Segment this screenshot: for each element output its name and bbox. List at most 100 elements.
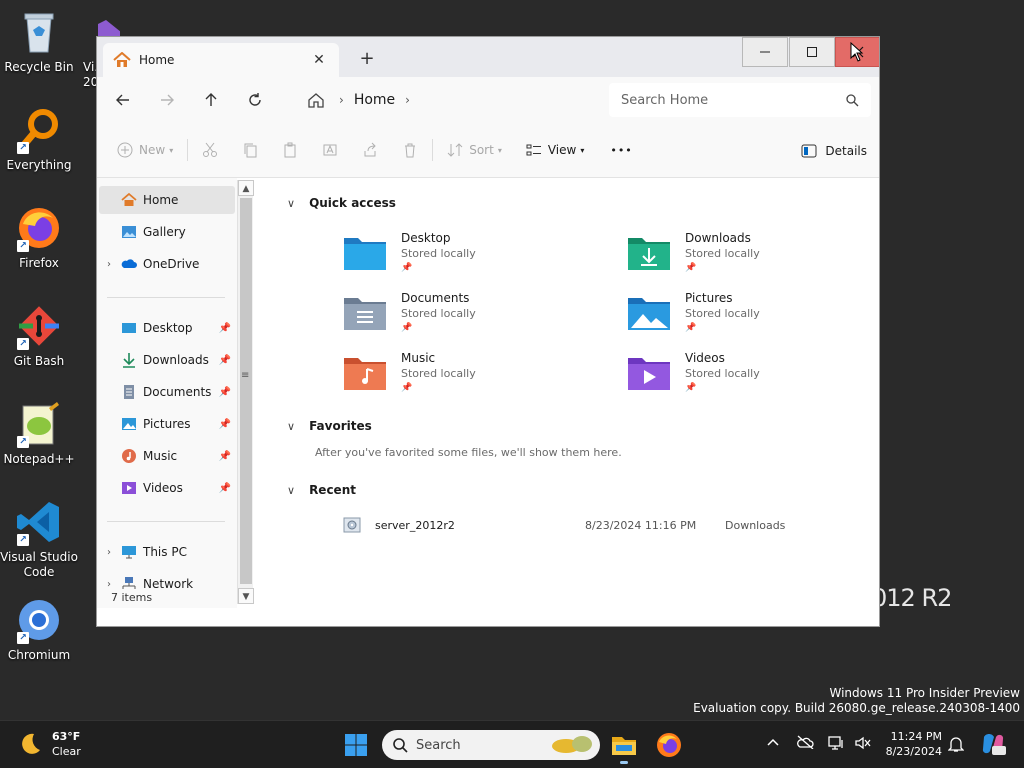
taskbar-firefox[interactable] xyxy=(655,731,683,759)
sidebar-item-documents[interactable]: Documents 📌 xyxy=(99,378,235,406)
pin-icon[interactable]: 📌 xyxy=(219,483,231,494)
scrollbar-thumb[interactable] xyxy=(240,198,252,584)
minimize-button[interactable] xyxy=(742,37,788,67)
show-hidden-icons-button[interactable] xyxy=(766,735,780,753)
pin-icon[interactable]: 📌 xyxy=(219,387,231,398)
title-bar[interactable]: Home ✕ + xyxy=(97,37,879,77)
section-quick-access[interactable]: ∨ Quick access xyxy=(287,196,396,210)
pin-icon[interactable]: 📌 xyxy=(219,419,231,430)
sidebar-item-pictures[interactable]: Pictures 📌 xyxy=(99,410,235,438)
pin-icon[interactable]: 📌 xyxy=(219,355,231,366)
search-box[interactable] xyxy=(609,83,871,117)
details-pane-button[interactable]: Details xyxy=(801,135,867,167)
paste-button[interactable] xyxy=(276,134,304,166)
section-recent[interactable]: ∨ Recent xyxy=(287,483,356,497)
clock-date: 8/23/2024 xyxy=(885,745,942,758)
tray-notifications[interactable] xyxy=(947,735,965,757)
quick-access-music[interactable]: Music Stored locally 📌 xyxy=(343,350,603,406)
quick-access-downloads[interactable]: Downloads Stored locally 📌 xyxy=(627,230,879,286)
sidebar-scrollbar[interactable]: ▲ ≡ ▼ xyxy=(237,180,254,604)
quick-access-desktop[interactable]: Desktop Stored locally 📌 xyxy=(343,230,603,286)
desktop-icon-everything[interactable]: ↗ Everything xyxy=(0,106,78,173)
table-row[interactable]: server_2012r2 8/23/2024 11:16 PM Downloa… xyxy=(343,514,803,536)
tray-network[interactable] xyxy=(828,735,844,755)
chevron-right-icon[interactable]: › xyxy=(107,579,121,590)
breadcrumb-home[interactable]: Home xyxy=(354,92,395,108)
tab-close-button[interactable]: ✕ xyxy=(309,50,329,70)
rename-icon xyxy=(323,144,337,156)
cut-button[interactable] xyxy=(196,134,224,166)
tray-volume[interactable] xyxy=(854,735,872,755)
chevron-down-icon[interactable]: ∨ xyxy=(287,197,295,210)
documents-folder-icon xyxy=(344,298,386,330)
sidebar-item-label: Gallery xyxy=(143,225,186,239)
sidebar-item-videos[interactable]: Videos 📌 xyxy=(99,474,235,502)
taskbar-file-explorer[interactable] xyxy=(610,731,638,764)
desktop-icon-firefox[interactable]: ↗ Firefox xyxy=(0,204,78,271)
desktop-icon-vscode[interactable]: ↗ Visual Studio Code xyxy=(0,498,78,580)
address-bar[interactable]: › Home › xyxy=(297,83,597,117)
notepad-plus-plus-icon: ↗ xyxy=(15,400,63,448)
section-favorites[interactable]: ∨ Favorites xyxy=(287,419,372,433)
sidebar-item-home[interactable]: Home xyxy=(99,186,235,214)
pin-icon: 📌 xyxy=(685,263,697,273)
scroll-down-arrow-icon[interactable]: ▼ xyxy=(238,588,254,604)
view-button-label: View xyxy=(547,143,577,157)
sidebar-item-gallery[interactable]: Gallery xyxy=(99,218,235,246)
sort-button[interactable]: Sort ▾ xyxy=(441,134,508,166)
delete-button[interactable] xyxy=(396,134,424,166)
pin-icon[interactable]: 📌 xyxy=(219,323,231,334)
taskbar-search-input[interactable] xyxy=(416,737,536,753)
downloads-folder-icon xyxy=(628,238,670,270)
sidebar-item-downloads[interactable]: Downloads 📌 xyxy=(99,346,235,374)
more-options-button[interactable]: ••• xyxy=(604,134,638,166)
chevron-down-icon: ▾ xyxy=(169,145,174,155)
chevron-down-icon[interactable]: ∨ xyxy=(287,484,295,497)
sidebar-item-this-pc[interactable]: › This PC xyxy=(99,538,235,566)
tray-onedrive[interactable] xyxy=(796,735,814,753)
copy-button[interactable] xyxy=(236,134,264,166)
scroll-up-arrow-icon[interactable]: ▲ xyxy=(238,180,254,196)
search-input[interactable] xyxy=(621,92,845,108)
new-button[interactable]: New ▾ xyxy=(111,134,179,166)
new-tab-button[interactable]: + xyxy=(355,47,379,71)
evaluation-watermark: Windows 11 Pro Insider Preview Evaluatio… xyxy=(693,686,1020,716)
command-separator xyxy=(432,139,434,161)
sidebar-item-onedrive[interactable]: › OneDrive xyxy=(99,250,235,278)
pin-icon: 📌 xyxy=(401,323,413,333)
sidebar-item-label: Videos xyxy=(143,481,183,495)
chevron-down-icon[interactable]: ∨ xyxy=(287,420,295,433)
taskbar-search-box[interactable] xyxy=(382,730,600,760)
desktop-icon-notepad-plus-plus[interactable]: ↗ Notepad++ xyxy=(0,400,78,467)
maximize-button[interactable] xyxy=(789,37,835,67)
quick-access-documents[interactable]: Documents Stored locally 📌 xyxy=(343,290,603,346)
shortcut-arrow-icon: ↗ xyxy=(17,338,29,350)
windows-start-icon[interactable] xyxy=(344,733,368,757)
view-button[interactable]: View ▾ xyxy=(520,134,591,166)
quick-access-pictures[interactable]: Pictures Stored locally 📌 xyxy=(627,290,879,346)
chevron-right-icon[interactable]: › xyxy=(107,547,121,558)
forward-button[interactable] xyxy=(149,82,185,118)
copilot-icon xyxy=(982,734,1006,755)
desktop-icon-recycle-bin[interactable]: Recycle Bin xyxy=(0,8,78,75)
up-button[interactable] xyxy=(193,82,229,118)
desktop-icon-git-bash[interactable]: ↗ Git Bash xyxy=(0,302,78,369)
desktop-icon-chromium[interactable]: ↗ Chromium xyxy=(0,596,78,663)
tray-copilot[interactable] xyxy=(980,731,1006,761)
tab-home[interactable]: Home ✕ xyxy=(103,43,339,77)
taskbar-clock[interactable]: 11:24 PM 8/23/2024 xyxy=(880,729,942,759)
quick-access-videos[interactable]: Videos Stored locally 📌 xyxy=(627,350,879,406)
chevron-right-icon[interactable]: › xyxy=(107,259,121,270)
rename-button[interactable] xyxy=(316,134,344,166)
download-arrow-icon xyxy=(123,353,135,368)
sidebar-item-music[interactable]: Music 📌 xyxy=(99,442,235,470)
back-button[interactable] xyxy=(105,82,141,118)
chevron-up-icon xyxy=(767,738,779,746)
sidebar-item-desktop[interactable]: Desktop 📌 xyxy=(99,314,235,342)
refresh-button[interactable] xyxy=(237,82,273,118)
share-button[interactable] xyxy=(356,134,384,166)
weather-widget[interactable]: 63°F Clear xyxy=(16,729,81,759)
weather-temperature: 63°F xyxy=(52,730,81,743)
chevron-right-icon[interactable]: › xyxy=(405,93,410,107)
pin-icon[interactable]: 📌 xyxy=(219,451,231,462)
